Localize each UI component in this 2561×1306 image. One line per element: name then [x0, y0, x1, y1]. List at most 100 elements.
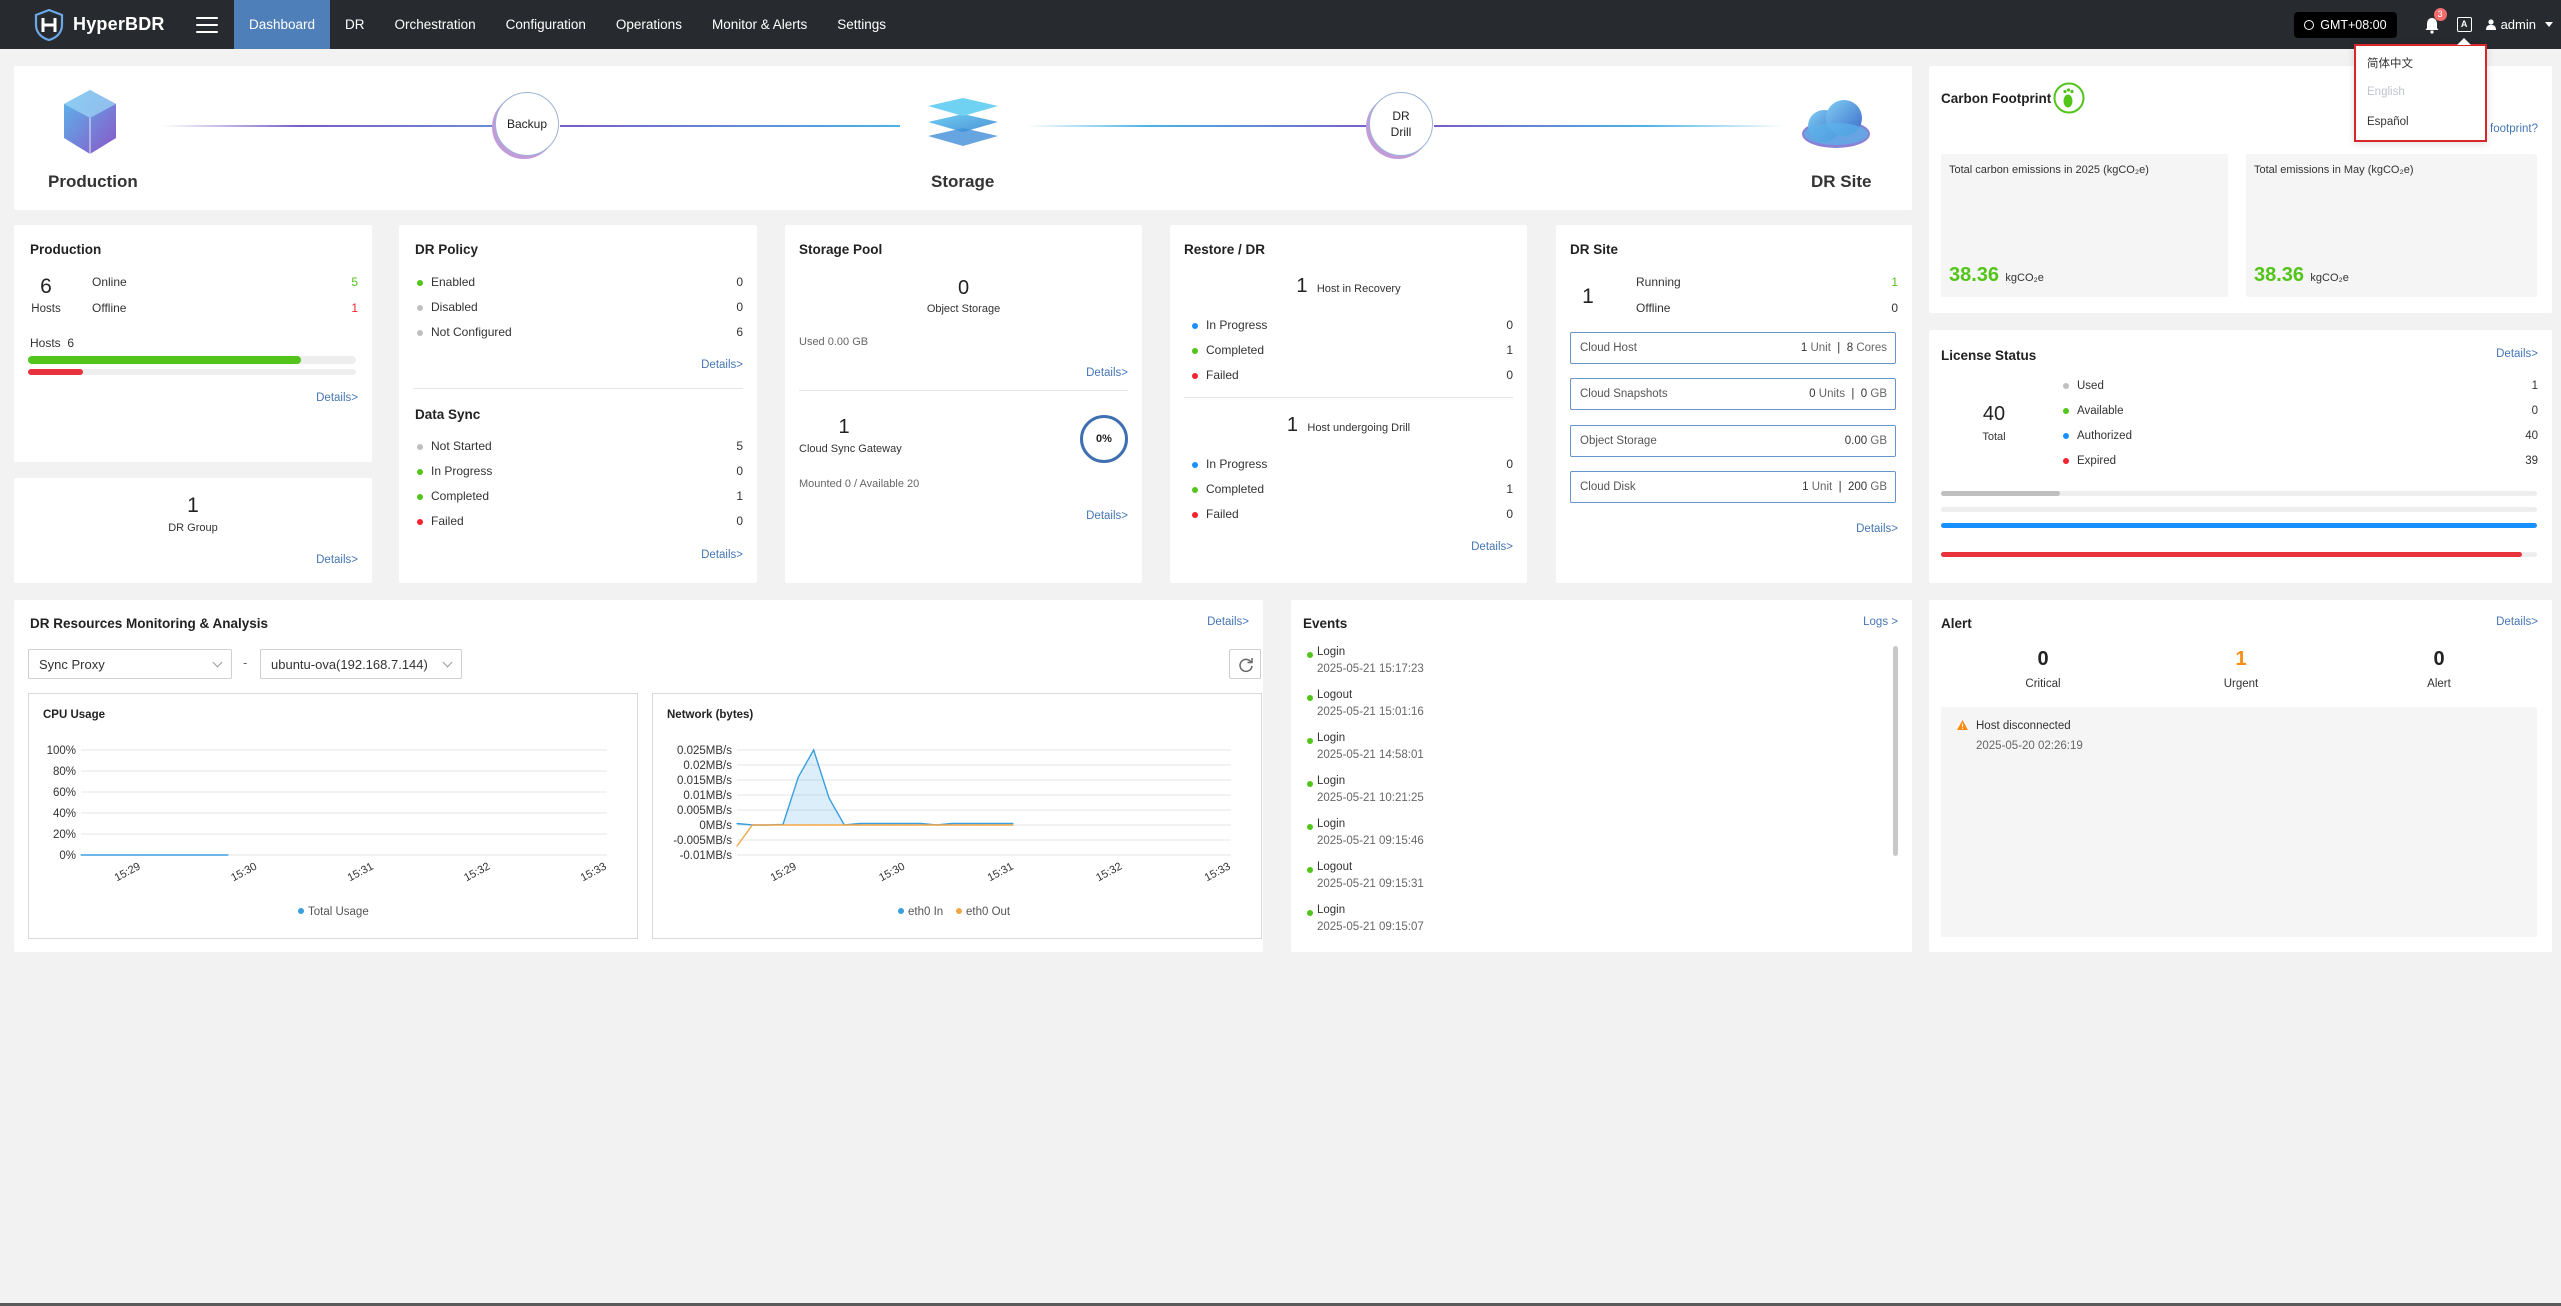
license-details-link[interactable]: Details>: [2496, 348, 2538, 360]
divider: [413, 388, 743, 389]
dr-drill-node[interactable]: DR Drill: [1369, 92, 1433, 156]
object-storage-box[interactable]: Object Storage 0.00 GB: [1570, 425, 1896, 457]
nav-orchestration[interactable]: Orchestration: [380, 0, 491, 49]
data-point: [813, 749, 815, 751]
cloud-disk-box[interactable]: Cloud Disk 1 Unit | 200 GB: [1570, 471, 1896, 503]
recovery-completed: Completed: [1192, 343, 1264, 357]
chevron-down-icon: [442, 657, 453, 668]
topology-line-4: [1434, 125, 1784, 127]
list-item[interactable]: Login 2025-05-21 09:15:46: [1317, 818, 1424, 847]
license-title: License Status: [1941, 348, 2037, 363]
chevron-down-icon: [2545, 22, 2553, 27]
nav-dr[interactable]: DR: [330, 0, 380, 49]
alert-alert-count: 0: [2433, 648, 2445, 670]
cloud-host-box[interactable]: Cloud Host 1 Unit | 8 Cores: [1570, 332, 1896, 364]
dr-site-running-label: Running: [1636, 275, 1681, 289]
backup-node[interactable]: Backup: [495, 92, 559, 156]
alert-urgent-count: 1: [2235, 648, 2247, 670]
monitoring-details-link[interactable]: Details>: [1207, 616, 1249, 628]
data-sync-failed: Failed: [417, 514, 464, 528]
legend-label: eth0 In: [908, 906, 943, 918]
dr-policy-details-link[interactable]: Details>: [701, 359, 743, 371]
cloud-icon: [1802, 100, 1870, 148]
dr-policy-disabled-value: 0: [736, 300, 743, 314]
dr-policy-disabled: Disabled: [417, 300, 478, 314]
y-tick-label: 0.015MB/s: [677, 775, 732, 787]
data-point: [935, 824, 937, 826]
list-item[interactable]: Login 2025-05-21 15:17:23: [1317, 646, 1424, 675]
timezone-button[interactable]: GMT+08:00: [2294, 11, 2397, 38]
list-item[interactable]: Login 2025-05-21 10:21:25: [1317, 775, 1424, 804]
language-icon[interactable]: A: [2456, 17, 2472, 32]
nav-settings[interactable]: Settings: [822, 0, 901, 49]
drill-failed: Failed: [1192, 507, 1239, 521]
user-menu[interactable]: admin: [2485, 17, 2553, 32]
data-point: [797, 824, 799, 826]
license-expired-value: 39: [2525, 455, 2538, 467]
sync-proxy-select[interactable]: Sync Proxy: [28, 649, 232, 679]
drill-completed-value: 1: [1506, 482, 1513, 496]
production-details-link[interactable]: Details>: [316, 392, 358, 404]
nav-configuration[interactable]: Configuration: [491, 0, 601, 49]
nav-monitor-alerts[interactable]: Monitor & Alerts: [697, 0, 822, 49]
logo[interactable]: HyperBDR: [34, 8, 184, 41]
nav-operations[interactable]: Operations: [601, 0, 697, 49]
alert-details-link[interactable]: Details>: [2496, 616, 2538, 628]
data-point: [920, 824, 922, 826]
storage-pool-details-link-1[interactable]: Details>: [1086, 367, 1128, 379]
list-item[interactable]: Login 2025-05-21 09:15:07: [1317, 904, 1424, 933]
event-dot: [1307, 867, 1313, 873]
dr-group-details-link[interactable]: Details>: [316, 554, 358, 566]
alert-card: Alert Details> 0 Critical 1 Urgent 0 Ale…: [1929, 600, 2552, 952]
data-point: [966, 824, 968, 826]
alert-critical-label: Critical: [2025, 678, 2061, 690]
refresh-button[interactable]: [1229, 649, 1261, 679]
license-authorized-bar: [1941, 523, 2537, 528]
dr-policy-card: DR Policy Enabled 0 Disabled 0 Not Confi…: [399, 225, 757, 583]
series-area-1: [737, 750, 1013, 825]
events-scrollbar[interactable]: [1893, 646, 1898, 856]
event-name: Logout: [1317, 689, 1353, 701]
alert-critical-count: 0: [2037, 648, 2049, 670]
host-select[interactable]: ubuntu-ova(192.168.7.144): [260, 649, 462, 679]
event-time: 2025-05-21 15:17:23: [1317, 663, 1424, 675]
logs-link[interactable]: Logs >: [1863, 616, 1898, 628]
carbon-month-value: 38.36: [2254, 264, 2305, 286]
list-item[interactable]: Logout 2025-05-21 09:15:31: [1317, 861, 1424, 890]
lang-option-zh[interactable]: 简体中文: [2367, 55, 2413, 71]
data-point: [874, 822, 876, 825]
data-point: [227, 854, 229, 856]
carbon-month-box: Total emissions in May (kgCO₂e) 38.36 kg…: [2246, 154, 2537, 297]
list-item[interactable]: Logout 2025-05-21 15:01:16: [1317, 689, 1424, 718]
carbon-footprint-link[interactable]: r footprint?: [2483, 123, 2538, 135]
dr-site-details-link[interactable]: Details>: [1856, 523, 1898, 535]
notification-button[interactable]: 3: [2423, 7, 2447, 34]
storage-pool-details-link-2[interactable]: Details>: [1086, 510, 1128, 522]
object-storage-label: Object Storage: [926, 303, 1001, 315]
gateway-usage-ring: 0%: [1080, 415, 1128, 463]
data-point: [859, 822, 861, 825]
event-dot: [1307, 824, 1313, 830]
restore-dr-title: Restore / DR: [1184, 242, 1266, 257]
production-hosts-count: 6: [40, 275, 52, 298]
nav-dashboard[interactable]: Dashboard: [234, 0, 331, 49]
cloud-snapshots-box[interactable]: Cloud Snapshots 0 Units | 0 GB: [1570, 378, 1896, 410]
dr-site-offline-label: Offline: [1636, 301, 1671, 315]
data-sync-details-link[interactable]: Details>: [701, 549, 743, 561]
alert-item-title[interactable]: Host disconnected: [1976, 720, 2071, 732]
menu-icon[interactable]: [196, 16, 218, 33]
data-sync-in-progress-value: 0: [736, 464, 743, 478]
storage-icon: [928, 98, 998, 146]
lang-option-es[interactable]: Español: [2367, 116, 2409, 128]
restore-dr-details-link[interactable]: Details>: [1471, 541, 1513, 553]
carbon-year-label: Total carbon emissions in 2025 (kgCO₂e): [1949, 164, 2149, 176]
dr-policy-not-configured-value: 6: [736, 325, 743, 339]
list-item[interactable]: Login 2025-05-21 14:58:01: [1317, 732, 1424, 761]
language-dropdown: 简体中文 English Español: [2354, 38, 2487, 142]
alert-urgent-label: Urgent: [2223, 678, 2259, 690]
x-tick-label: 15:32: [462, 861, 492, 885]
y-tick-label: 60%: [53, 787, 76, 799]
recovery-failed: Failed: [1192, 368, 1239, 382]
network-chart-svg: 0.025MB/s 0.02MB/s 0.015MB/s 0.01MB/s 0.005M…: [673, 745, 1232, 918]
dr-site-card: DR Site 1 Running 1 Offline 0 Cloud Host…: [1556, 225, 1912, 583]
